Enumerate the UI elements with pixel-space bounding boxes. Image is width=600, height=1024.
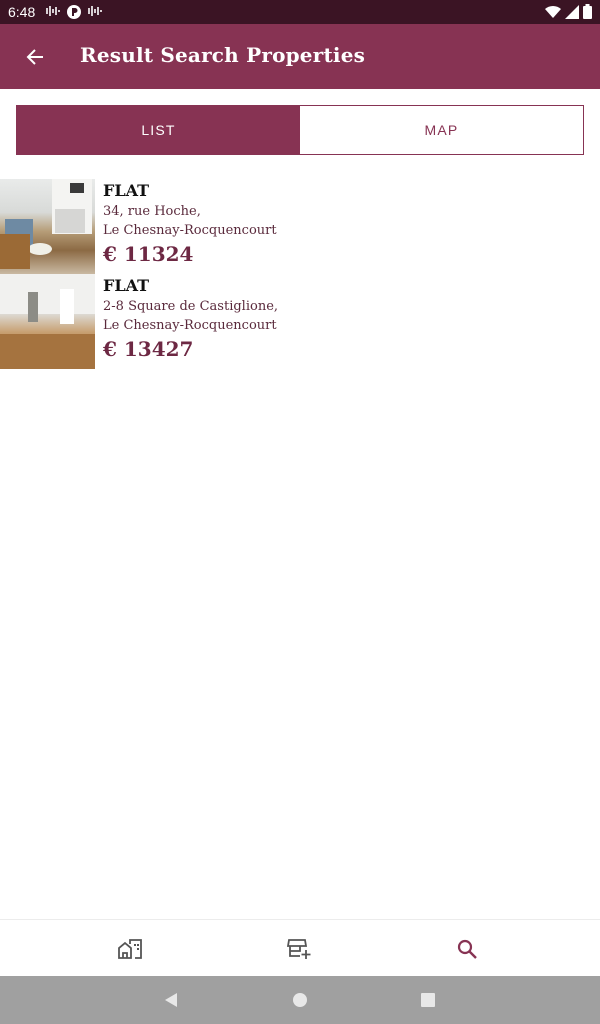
system-navigation-bar (0, 976, 600, 1024)
page-title: Result Search Properties (80, 43, 366, 67)
status-time: 6:48 (8, 4, 36, 20)
activity-icon-2 (88, 6, 102, 16)
address-line-2: Le Chesnay-Rocquencourt (103, 223, 277, 238)
property-price: € 13427 (103, 337, 194, 361)
tab-list[interactable]: LIST (17, 106, 300, 154)
address-line-2: Le Chesnay-Rocquencourt (103, 318, 277, 333)
app-bar: Result Search Properties (0, 24, 600, 89)
arrow-back-icon (26, 49, 43, 65)
nav-add-property[interactable] (269, 920, 329, 977)
nav-search[interactable] (437, 920, 497, 977)
system-back-button[interactable] (159, 988, 183, 1012)
address-line-1: 2-8 Square de Castiglione, (103, 299, 279, 314)
wifi-icon (545, 5, 561, 18)
triangle-back-icon (165, 993, 177, 1007)
system-home-button[interactable] (288, 988, 312, 1012)
property-info: FLAT 34, rue Hoche, Le Chesnay-Rocquenco… (95, 179, 277, 274)
back-button[interactable] (18, 40, 52, 74)
bottom-navigation (0, 919, 600, 976)
search-icon (457, 939, 477, 959)
home-city-icon (118, 938, 142, 959)
property-item[interactable]: FLAT 2-8 Square de Castiglione, Le Chesn… (0, 274, 600, 369)
property-photo (0, 179, 95, 274)
activity-icon (46, 6, 60, 16)
view-toggle: LIST MAP (16, 105, 584, 155)
address-line-1: 34, rue Hoche, (103, 204, 201, 219)
tab-map[interactable]: MAP (300, 106, 583, 154)
property-info: FLAT 2-8 Square de Castiglione, Le Chesn… (95, 274, 278, 369)
property-type: FLAT (103, 181, 150, 200)
signal-icon (565, 4, 579, 19)
property-type: FLAT (103, 276, 150, 295)
nav-home[interactable] (100, 920, 160, 977)
square-recents-icon (421, 993, 435, 1007)
add-store-icon (287, 938, 311, 959)
property-item[interactable]: FLAT 34, rue Hoche, Le Chesnay-Rocquenco… (0, 179, 600, 274)
results-list: FLAT 34, rue Hoche, Le Chesnay-Rocquenco… (0, 179, 600, 369)
notification-icons (46, 4, 102, 20)
circle-home-icon (293, 993, 307, 1007)
property-price: € 11324 (103, 242, 194, 266)
system-recents-button[interactable] (416, 988, 440, 1012)
battery-icon (583, 4, 592, 19)
property-photo (0, 274, 95, 369)
app-notification-icon (67, 5, 81, 19)
status-bar: 6:48 (0, 0, 600, 24)
system-status-icons (545, 4, 592, 19)
